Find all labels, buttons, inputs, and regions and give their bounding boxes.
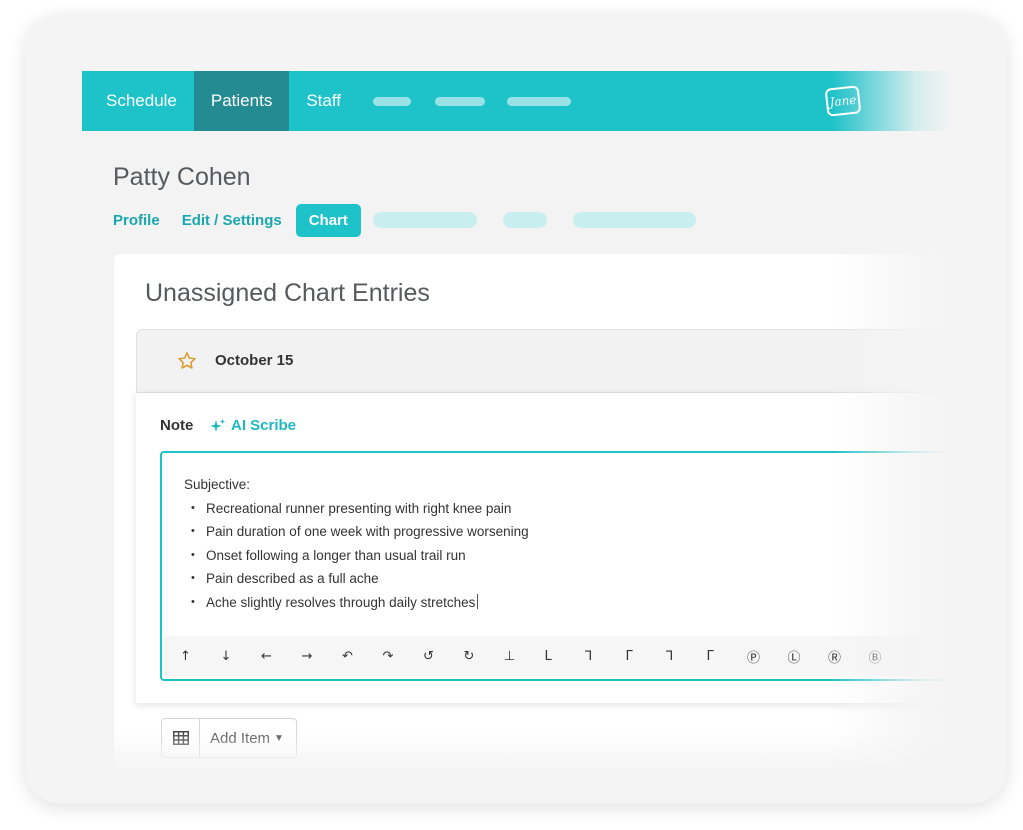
note-bullet: Recreational runner presenting with righ…	[184, 497, 529, 521]
add-item-dropdown[interactable]: Add Item ▼	[200, 719, 296, 757]
note-label: Note	[160, 417, 194, 434]
circle-b-icon[interactable]: Ⓑ	[869, 647, 910, 666]
angle-down-right-icon[interactable]: ⅂	[585, 649, 626, 664]
nav-staff[interactable]: Staff	[289, 71, 358, 131]
note-editor[interactable]: Subjective: Recreational runner presenti…	[160, 451, 952, 681]
symbol-toolbar: ↑ ↓ ← → ↶ ↷ ↺ ↻ ⊥ L ⅂ Γ ⅂ Γ Ⓟ Ⓛ Ⓡ Ⓑ	[164, 636, 920, 676]
patient-name: Patty Cohen	[113, 163, 251, 191]
chart-entry-header: October 15	[136, 329, 952, 393]
circle-l-icon[interactable]: Ⓛ	[788, 647, 829, 666]
star-icon[interactable]	[176, 350, 198, 372]
angle-up-icon[interactable]: ⊥	[504, 649, 545, 664]
text-cursor	[477, 593, 479, 609]
sparkle-icon	[210, 418, 225, 432]
note-heading: Subjective:	[184, 477, 251, 492]
note-bullet: Pain described as a full ache	[184, 567, 529, 591]
circle-r-icon[interactable]: Ⓡ	[828, 647, 869, 666]
nav-patients[interactable]: Patients	[193, 71, 290, 131]
nav-placeholder-1[interactable]	[372, 96, 411, 106]
nav-placeholder-3[interactable]	[506, 96, 571, 106]
note-bullet: Pain duration of one week with progressi…	[184, 520, 529, 544]
nav-schedule[interactable]: Schedule	[82, 71, 194, 131]
chart-entry-body: Note AI Scribe Subjective: Recreational …	[136, 393, 952, 703]
ai-scribe-button[interactable]: AI Scribe	[210, 417, 296, 434]
add-item-group: Add Item ▼	[161, 718, 297, 758]
patient-subtabs: Profile Edit / Settings Chart	[113, 203, 722, 237]
angle-down-left-icon[interactable]: Γ	[626, 649, 667, 664]
subtab-placeholder-3[interactable]	[572, 212, 696, 228]
curve-left-icon[interactable]: ↶	[342, 649, 383, 664]
tab-profile[interactable]: Profile	[113, 212, 160, 229]
subtab-placeholder-1[interactable]	[372, 212, 477, 228]
chevron-down-icon: ▼	[274, 732, 284, 744]
table-icon	[172, 731, 189, 745]
angle-l-icon[interactable]: L	[545, 649, 586, 664]
tab-chart[interactable]: Chart	[295, 203, 361, 237]
double-angle-left-icon[interactable]: Γ	[707, 649, 748, 664]
ai-scribe-label: AI Scribe	[231, 417, 297, 434]
double-angle-right-icon[interactable]: ⅂	[666, 649, 707, 664]
chart-panel: Unassigned Chart Entries October 15 Note…	[114, 254, 952, 771]
app-window: Schedule Patients Staff Jane Patty Cohen…	[82, 71, 952, 771]
circle-p-icon[interactable]: Ⓟ	[747, 647, 788, 666]
note-bullet-last: Ache slightly resolves through daily str…	[184, 591, 529, 615]
tab-edit-settings[interactable]: Edit / Settings	[182, 212, 282, 229]
arrow-right-icon[interactable]: →	[302, 649, 343, 664]
add-item-label: Add Item	[210, 729, 271, 747]
rotate-ccw-icon[interactable]: ↺	[423, 649, 464, 664]
curve-right-icon[interactable]: ↷	[383, 649, 424, 664]
outer-card: Schedule Patients Staff Jane Patty Cohen…	[25, 14, 1007, 804]
panel-title: Unassigned Chart Entries	[145, 279, 430, 307]
entry-date: October 15	[215, 352, 294, 369]
table-button[interactable]	[162, 719, 200, 757]
arrow-left-icon[interactable]: ←	[261, 649, 302, 664]
rotate-cw-icon[interactable]: ↻	[464, 649, 505, 664]
note-bullet-list: Recreational runner presenting with righ…	[184, 497, 529, 615]
arrow-up-icon[interactable]: ↑	[180, 649, 221, 664]
nav-placeholder-2[interactable]	[434, 96, 485, 106]
note-bullet: Onset following a longer than usual trai…	[184, 544, 529, 568]
top-nav: Schedule Patients Staff Jane	[82, 71, 952, 131]
arrow-down-icon[interactable]: ↓	[221, 649, 262, 664]
note-text[interactable]: Subjective: Recreational runner presenti…	[184, 473, 529, 614]
note-bullet-text: Ache slightly resolves through daily str…	[206, 594, 476, 610]
subtab-placeholder-2[interactable]	[502, 212, 547, 228]
jane-logo[interactable]: Jane	[824, 85, 862, 117]
